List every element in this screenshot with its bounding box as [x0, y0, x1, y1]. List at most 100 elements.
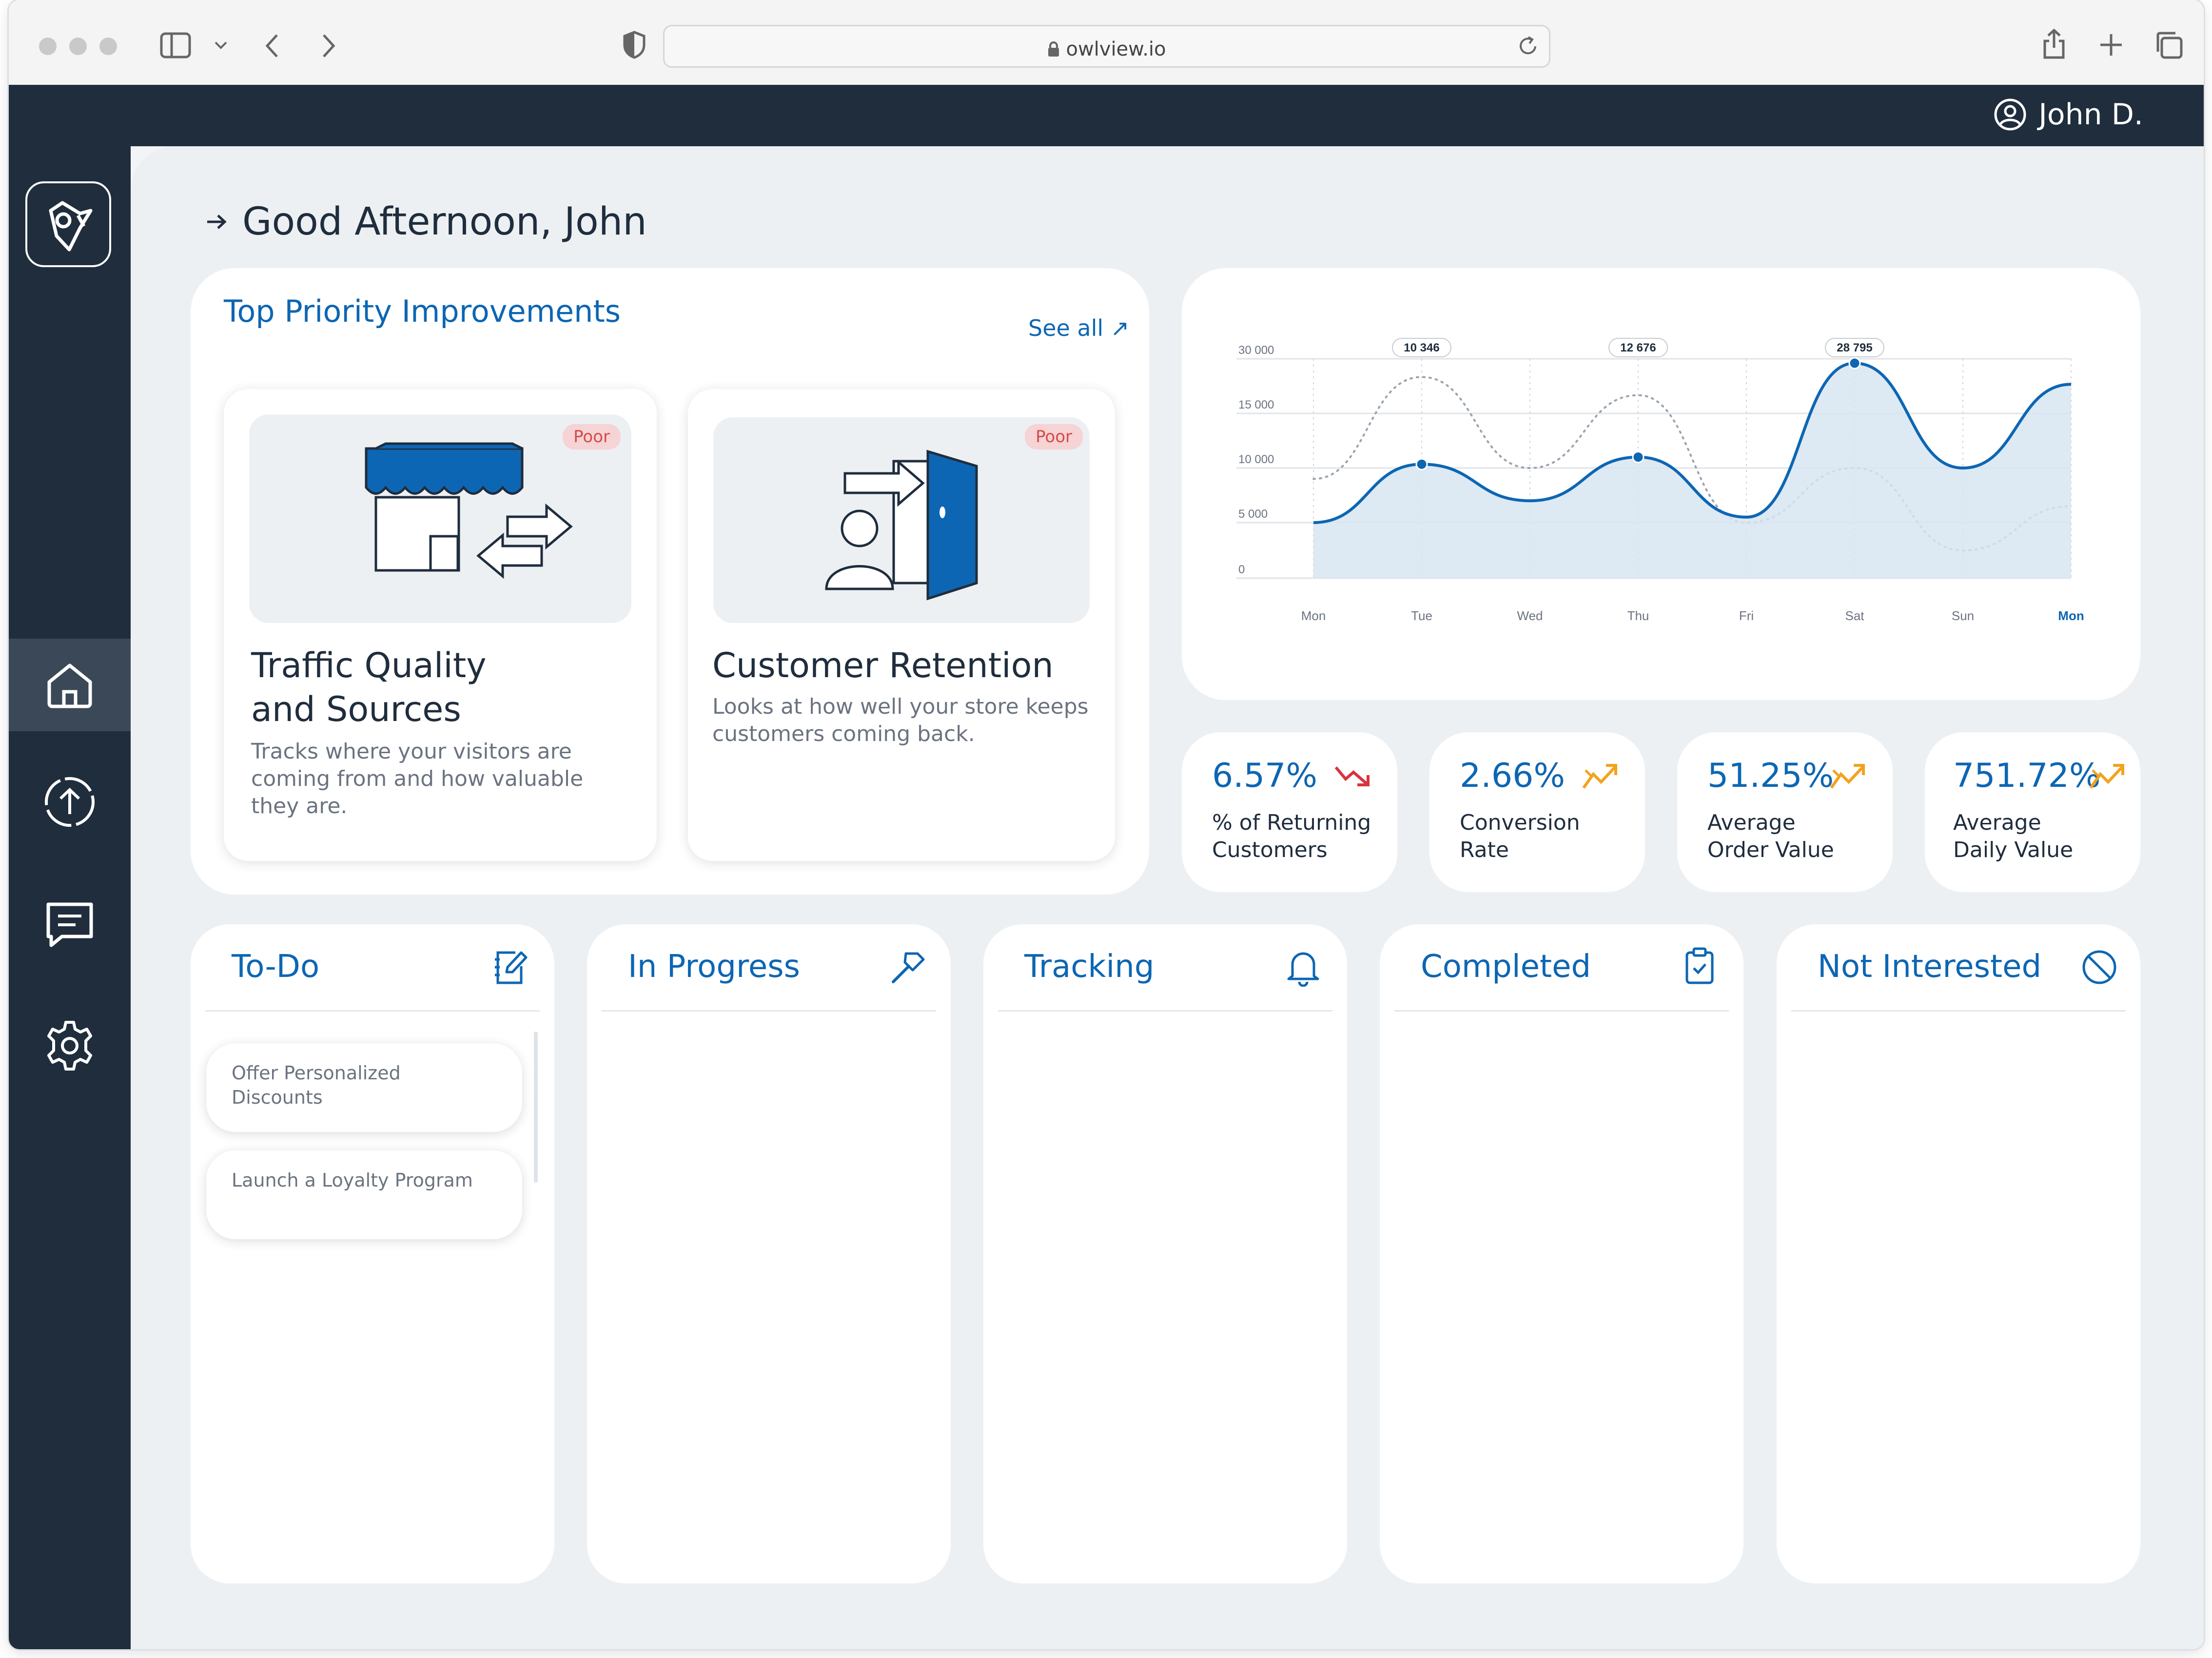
block-icon[interactable] — [2081, 949, 2118, 986]
y-tick-label: 10 000 — [1238, 453, 1274, 466]
user-circle-icon — [1994, 98, 2026, 131]
priorities-title: Top Priority Improvements — [224, 293, 621, 329]
trend-down-icon — [1334, 766, 1370, 786]
close-window-dot[interactable] — [39, 38, 57, 55]
task-card[interactable]: Offer Personalized Discounts — [206, 1043, 522, 1132]
data-point — [1415, 458, 1428, 470]
improvement-description: Tracks where your visitors are coming fr… — [251, 738, 583, 820]
stat-label-line: Conversion — [1460, 810, 1580, 835]
data-point — [1632, 451, 1644, 464]
series-area — [1313, 363, 2071, 578]
data-label: 10 346 — [1404, 341, 1439, 354]
back-icon[interactable] — [263, 32, 280, 59]
url-label: owlview.io — [1066, 38, 1166, 60]
forward-icon[interactable] — [321, 32, 337, 59]
bell-icon[interactable] — [1286, 948, 1321, 987]
nav-home[interactable] — [9, 639, 131, 731]
x-tick-label: Sun — [1952, 608, 1974, 623]
trend-up-icon — [1582, 764, 1617, 789]
browser-toolbar: owlview.io — [9, 0, 2204, 85]
x-tick-label: Mon — [2058, 608, 2084, 623]
user-menu[interactable]: John D. — [1994, 98, 2143, 132]
stat-card-daily-value: 751.72% Average Daily Value — [1925, 732, 2140, 892]
reload-icon[interactable] — [1517, 35, 1539, 58]
zoom-window-dot[interactable] — [99, 38, 117, 55]
column-divider — [602, 1010, 936, 1012]
main-content: Good Afternoon, John Top Priority Improv… — [131, 146, 2204, 1649]
column-divider — [998, 1010, 1332, 1012]
description-line: they are. — [251, 794, 348, 819]
x-tick-label: Tue — [1411, 608, 1432, 623]
address-bar[interactable]: owlview.io — [663, 25, 1550, 68]
description-line: customers coming back. — [712, 722, 975, 746]
traffic-illustration: Poor — [249, 414, 631, 623]
retention-illustration: Poor — [713, 417, 1090, 623]
see-all-link[interactable]: See all ↗ — [1028, 315, 1129, 341]
improvement-title: Traffic Quality and Sources — [251, 644, 487, 731]
edit-icon[interactable] — [493, 948, 530, 987]
column-title: Not Interested — [1818, 949, 2042, 985]
upload-icon — [45, 777, 95, 827]
column-title: Tracking — [1024, 949, 1155, 985]
y-tick-label: 30 000 — [1238, 344, 1274, 357]
improvement-card-retention[interactable]: Poor Customer Retention Looks at how wel… — [688, 389, 1115, 861]
data-label: 28 795 — [1837, 341, 1872, 354]
hammer-icon[interactable] — [889, 949, 926, 986]
stat-card-conversion: 2.66% Conversion Rate — [1429, 732, 1645, 892]
sidebar — [9, 146, 131, 1649]
column-todo: To-Do Offer Personalized Discounts Launc… — [191, 924, 554, 1583]
lock-icon — [1048, 41, 1059, 57]
stat-label-line: Order Value — [1707, 838, 1834, 862]
traffic-chart: 30 000 15 000 10 000 5 000 0 Mon Tue Wed Thu Fri S… — [1236, 338, 2084, 623]
shield-icon[interactable] — [622, 30, 646, 59]
trend-up-icon — [1830, 764, 1865, 789]
y-tick-label: 15 000 — [1238, 398, 1274, 411]
description-line: coming from and how valuable — [251, 766, 584, 791]
column-title: Completed — [1421, 949, 1591, 985]
stat-label: % of Returning Customers — [1212, 809, 1371, 864]
tabs-overview-icon[interactable] — [2154, 30, 2183, 59]
column-tracking: Tracking — [983, 924, 1347, 1583]
improvement-card-traffic[interactable]: Poor Traffic Quality and Sources Tracks … — [224, 389, 657, 861]
x-tick-label: Thu — [1627, 608, 1649, 623]
user-name: John D. — [2038, 98, 2143, 132]
y-tick-label: 0 — [1238, 563, 1245, 576]
message-icon — [46, 902, 93, 947]
description-line: Looks at how well your store keeps — [712, 694, 1089, 719]
stat-value: 751.72% — [1953, 757, 2101, 795]
chevron-down-icon[interactable] — [214, 40, 228, 51]
column-divider — [1791, 1010, 2126, 1012]
data-label: 12 676 — [1620, 341, 1656, 354]
nav-settings[interactable] — [9, 999, 131, 1092]
scrollbar[interactable] — [534, 1032, 538, 1183]
stat-label-line: Average — [1953, 810, 2041, 835]
poor-badge: Poor — [563, 424, 621, 449]
arrow-right-icon — [207, 215, 227, 229]
app-header: John D. — [9, 85, 2204, 146]
share-icon[interactable] — [2041, 28, 2067, 60]
nav-upload[interactable] — [9, 756, 131, 848]
stat-label-line: Average — [1707, 810, 1796, 835]
nav-messages[interactable] — [9, 878, 131, 970]
column-completed: Completed — [1380, 924, 1743, 1583]
stat-label: Average Daily Value — [1953, 809, 2073, 864]
sidebar-toggle-icon[interactable] — [160, 32, 191, 59]
column-not-interested: Not Interested — [1777, 924, 2140, 1583]
home-icon — [47, 663, 92, 708]
description-line: Tracks where your visitors are — [251, 739, 572, 764]
column-title: In Progress — [628, 949, 800, 985]
top-priority-card: Top Priority Improvements See all ↗ Poor — [191, 268, 1149, 895]
new-tab-icon[interactable] — [2098, 32, 2124, 58]
minimize-window-dot[interactable] — [69, 38, 87, 55]
task-title-line: Discounts — [232, 1087, 323, 1108]
clipboard-check-icon[interactable] — [1684, 947, 1715, 986]
trend-up-icon — [2089, 764, 2124, 789]
stat-card-returning: 6.57% % of Returning Customers — [1182, 732, 1397, 892]
task-card[interactable]: Launch a Loyalty Program — [206, 1151, 522, 1239]
improvement-description: Looks at how well your store keeps custo… — [712, 693, 1089, 748]
stat-label-line: Customers — [1212, 838, 1328, 862]
improvement-title-line: Traffic Quality — [251, 645, 487, 685]
stat-value: 2.66% — [1460, 757, 1566, 795]
owl-logo[interactable] — [25, 181, 111, 267]
x-tick-label: Fri — [1739, 608, 1754, 623]
